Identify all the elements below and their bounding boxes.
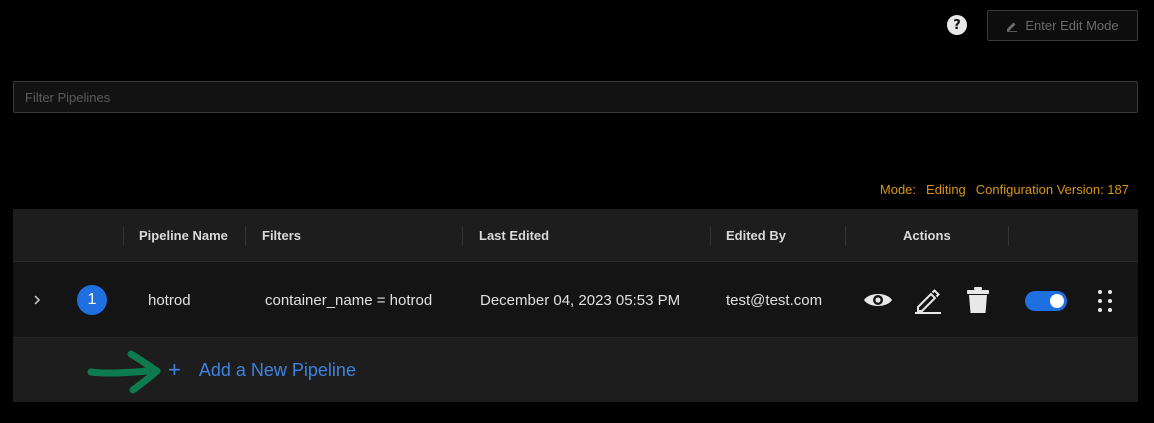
header-divider: [845, 226, 846, 246]
col-edited-by: Edited By: [726, 228, 786, 243]
pipeline-filters: container_name = hotrod: [265, 291, 433, 309]
delete-pipeline-button[interactable]: [963, 287, 993, 313]
pipeline-status: Mode: Editing Configuration Version: 187: [880, 182, 1129, 197]
pipeline-enabled-toggle[interactable]: [1025, 291, 1067, 311]
pencil-icon: [1007, 22, 1018, 32]
eye-icon: [864, 294, 892, 306]
header-divider: [123, 226, 124, 246]
config-version: Configuration Version: 187: [975, 182, 1129, 197]
edit-icon: [915, 289, 941, 314]
help-button[interactable]: ?: [947, 15, 967, 35]
mode-label: Mode:: [879, 182, 917, 197]
pipelines-table: Pipeline Name Filters Last Edited Edited…: [13, 209, 1138, 402]
view-pipeline-button[interactable]: [863, 287, 893, 313]
plus-icon: +: [168, 357, 181, 382]
edit-pipeline-button[interactable]: [913, 287, 943, 314]
enter-edit-mode-label: Enter Edit Mode: [1025, 18, 1119, 33]
annotation-arrow: [87, 350, 161, 394]
expand-row-button[interactable]: [31, 262, 43, 338]
pipeline-order-badge: 1: [77, 285, 107, 315]
pipeline-last-edited: December 04, 2023 05:53 PM: [480, 291, 681, 309]
col-pipeline-name: Pipeline Name: [139, 228, 228, 243]
header-divider: [245, 226, 246, 246]
pipeline-edited-by: test@test.com: [726, 291, 823, 309]
more-options-button[interactable]: [1095, 287, 1115, 315]
question-icon: ?: [953, 17, 961, 33]
add-new-pipeline-button[interactable]: + Add a New Pipeline: [168, 338, 356, 402]
pipeline-name: hotrod: [148, 291, 191, 309]
header-divider: [1008, 226, 1009, 246]
col-filters: Filters: [262, 228, 302, 243]
table-header: Pipeline Name Filters Last Edited Edited…: [13, 209, 1138, 262]
col-last-edited: Last Edited: [479, 228, 550, 243]
enter-edit-mode-button[interactable]: Enter Edit Mode: [987, 10, 1138, 41]
filter-pipelines-input[interactable]: [13, 81, 1138, 113]
more-vertical-icon: [1098, 290, 1112, 312]
table-row: 1 hotrod container_name = hotrod Decembe…: [13, 262, 1138, 338]
col-actions: Actions: [903, 228, 951, 243]
mode-value: Editing: [926, 182, 966, 197]
trash-icon: [967, 287, 989, 313]
toggle-knob: [1050, 294, 1064, 308]
add-new-pipeline-label: Add a New Pipeline: [198, 359, 356, 380]
header-divider: [462, 226, 463, 246]
chevron-right-icon: [34, 295, 41, 305]
header-divider: [710, 226, 711, 246]
add-pipeline-row: + Add a New Pipeline: [13, 338, 1138, 402]
